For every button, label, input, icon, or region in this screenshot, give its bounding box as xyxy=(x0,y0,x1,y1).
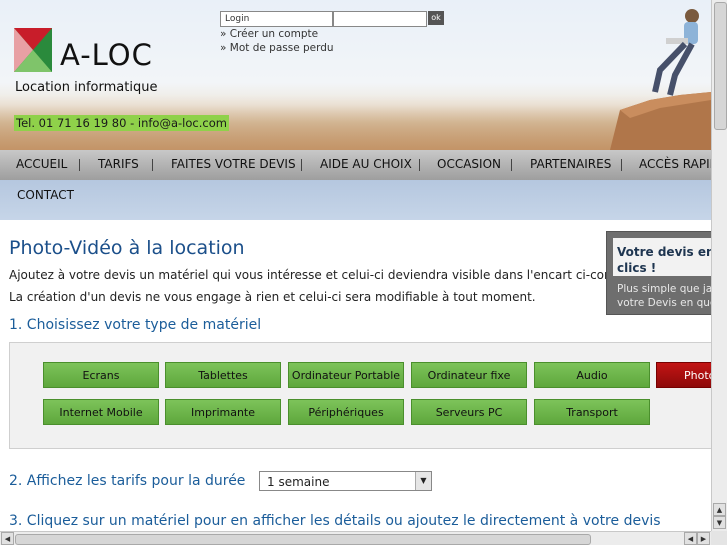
nav-accueil[interactable]: ACCUEIL xyxy=(16,150,67,180)
step3-title: 3. Cliquez sur un matériel pour en affic… xyxy=(9,513,661,529)
intro-text: La création d'un devis ne vous engage à … xyxy=(9,290,536,304)
vertical-scroll-thumb[interactable] xyxy=(714,2,727,130)
page-title: Photo-Vidéo à la location xyxy=(9,237,245,259)
hiker-with-laptop-icon xyxy=(610,9,711,150)
horizontal-scroll-thumb[interactable] xyxy=(15,534,591,545)
nav-separator xyxy=(301,159,302,171)
type-button-transport[interactable]: Transport xyxy=(534,399,650,425)
scroll-down-icon[interactable]: ▼ xyxy=(713,516,726,529)
scrollbar-corner xyxy=(711,531,727,545)
type-button-audio[interactable]: Audio xyxy=(534,362,650,388)
nav-contact[interactable]: CONTACT xyxy=(17,188,74,202)
step1-title: 1. Choisissez votre type de matériel xyxy=(9,317,262,333)
login-placeholder: Login xyxy=(225,14,250,24)
secondary-navigation: CONTACT xyxy=(0,180,711,220)
devis-title-line: clics ! xyxy=(617,261,657,275)
contact-info: Tel. 01 71 16 19 80 - info@a-loc.com xyxy=(14,115,229,131)
vertical-scrollbar[interactable]: ▲ ▼ xyxy=(711,0,727,531)
login-ok-button[interactable]: ok xyxy=(428,11,444,25)
devis-header: Votre devis en clics ! xyxy=(613,238,711,276)
type-button-photo[interactable]: Photo xyxy=(656,362,711,388)
page-viewport: A-LOC Location informatique Tel. 01 71 1… xyxy=(0,0,711,531)
nav-separator xyxy=(511,159,512,171)
type-button-serveurs-pc[interactable]: Serveurs PC xyxy=(411,399,527,425)
logo-subtitle: Location informatique xyxy=(15,80,158,95)
type-button-peripheriques[interactable]: Périphériques xyxy=(288,399,404,425)
type-button-internet-mobile[interactable]: Internet Mobile xyxy=(43,399,159,425)
type-button-ordinateur-fixe[interactable]: Ordinateur fixe xyxy=(411,362,527,388)
scroll-left-icon[interactable]: ◀ xyxy=(684,532,697,545)
devis-title-line: Votre devis en xyxy=(617,245,711,259)
create-account-link[interactable]: » Créer un compte xyxy=(220,28,318,40)
password-input[interactable] xyxy=(333,11,427,27)
nav-occasion[interactable]: OCCASION xyxy=(437,150,501,180)
nav-faites-votre-devis[interactable]: FAITES VOTRE DEVIS xyxy=(171,150,296,180)
nav-acces-rapide[interactable]: ACCÈS RAPIDE xyxy=(639,150,711,180)
a-loc-logo-icon[interactable] xyxy=(14,28,52,72)
duration-select[interactable]: 1 semaine ▼ xyxy=(259,471,432,491)
type-button-ordinateur-portable[interactable]: Ordinateur Portable xyxy=(288,362,404,388)
forgot-password-link[interactable]: » Mot de passe perdu xyxy=(220,42,334,54)
type-button-tablettes[interactable]: Tablettes xyxy=(165,362,281,388)
scroll-up-icon[interactable]: ▲ xyxy=(713,503,726,516)
chevron-down-icon[interactable]: ▼ xyxy=(415,472,431,490)
type-button-imprimante[interactable]: Imprimante xyxy=(165,399,281,425)
duration-value: 1 semaine xyxy=(267,475,330,489)
site-header: A-LOC Location informatique Tel. 01 71 1… xyxy=(0,0,711,150)
nav-separator xyxy=(419,159,420,171)
devis-description: Plus simple que ja votre Devis en que xyxy=(617,282,711,310)
main-navigation: ACCUEIL TARIFS FAITES VOTRE DEVIS AIDE A… xyxy=(0,150,711,180)
nav-tarifs[interactable]: TARIFS xyxy=(98,150,139,180)
nav-aide-au-choix[interactable]: AIDE AU CHOIX xyxy=(320,150,412,180)
step2-title: 2. Affichez les tarifs pour la durée xyxy=(9,473,246,489)
nav-partenaires[interactable]: PARTENAIRES xyxy=(530,150,611,180)
devis-text-line: votre Devis en que xyxy=(617,297,711,309)
intro-text: Ajoutez à votre devis un matériel qui vo… xyxy=(9,268,633,282)
nav-separator xyxy=(152,159,153,171)
devis-summary-box[interactable]: Votre devis en clics ! Plus simple que j… xyxy=(606,231,711,315)
scroll-right-icon[interactable]: ▶ xyxy=(697,532,710,545)
devis-text-line: Plus simple que ja xyxy=(617,283,711,295)
equipment-type-panel: Ecrans Tablettes Ordinateur Portable Ord… xyxy=(9,342,711,449)
login-input[interactable]: Login xyxy=(220,11,333,27)
devis-title: Votre devis en clics ! xyxy=(617,244,711,276)
logo-wordmark[interactable]: A-LOC xyxy=(60,38,153,72)
type-button-ecrans[interactable]: Ecrans xyxy=(43,362,159,388)
nav-separator xyxy=(621,159,622,171)
horizontal-scrollbar[interactable]: ◀ ◀ ▶ xyxy=(0,531,711,545)
scroll-left-icon[interactable]: ◀ xyxy=(1,532,14,545)
nav-separator xyxy=(79,159,80,171)
